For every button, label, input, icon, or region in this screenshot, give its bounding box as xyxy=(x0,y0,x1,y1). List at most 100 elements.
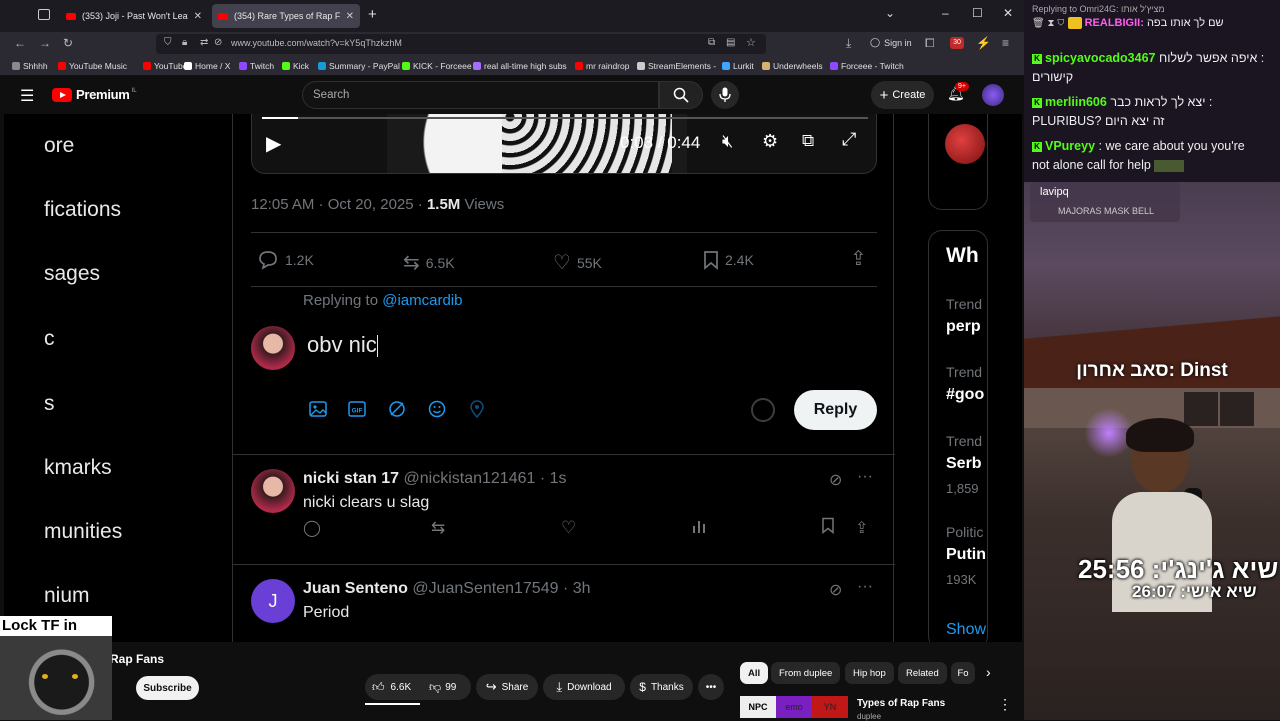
lock-icon[interactable]: 🔒︎ xyxy=(182,37,187,48)
play-icon[interactable]: ▶ xyxy=(266,131,281,156)
reply-count-button[interactable]: 1.2K xyxy=(257,250,314,270)
grok-icon[interactable]: ⊘ xyxy=(829,580,842,600)
app-menu-icon[interactable]: ≡ xyxy=(1002,36,1009,50)
fullscreen-icon[interactable]: ⤢ xyxy=(842,129,856,150)
bookmark-item[interactable]: StreamElements - xyxy=(637,61,716,71)
bookmark-item[interactable]: Twitch xyxy=(239,61,274,71)
picture-in-picture-icon[interactable]: ⧉ xyxy=(802,131,814,151)
voice-search-button[interactable] xyxy=(711,81,739,109)
new-tab-button[interactable]: + xyxy=(368,6,377,23)
settings-gear-icon[interactable]: ⚙ xyxy=(762,131,778,152)
bookmark-item[interactable]: YouTube Music xyxy=(58,61,127,71)
back-icon[interactable]: ← xyxy=(14,36,26,50)
extension-badge[interactable]: 30 xyxy=(950,37,964,49)
chip-hip-hop[interactable]: Hip hop xyxy=(845,662,894,684)
autoplay-blocked-icon[interactable]: ⊘ xyxy=(214,37,222,48)
close-tab-icon[interactable]: ✕ xyxy=(194,11,202,22)
forward-icon[interactable]: → xyxy=(39,36,51,50)
bookmark-item[interactable]: KICK - Forceee xyxy=(402,61,472,71)
thanks-button[interactable]: $ Thanks xyxy=(630,674,693,700)
bookmark-item[interactable]: Home / X xyxy=(184,61,230,71)
search-input[interactable]: Search xyxy=(302,81,659,109)
bookmark-item[interactable]: Underwheels xyxy=(762,61,823,71)
bookmark-item[interactable]: Forceee - Twitch xyxy=(830,61,904,71)
permissions-icon[interactable]: ⇄ xyxy=(200,37,208,48)
downloads-icon[interactable]: ⤓ xyxy=(846,36,851,51)
create-button[interactable]: + Create xyxy=(871,81,934,109)
video-player[interactable]: ore fications sages c s kmarks munities … xyxy=(4,114,1022,642)
display-name[interactable]: nicki stan 17 xyxy=(303,470,399,487)
more-actions-button[interactable]: ••• xyxy=(698,674,724,700)
recommended-title[interactable]: Types of Rap Fans xyxy=(857,698,945,709)
emoji-icon[interactable] xyxy=(428,400,446,423)
search-button[interactable] xyxy=(659,81,703,109)
chevron-right-icon[interactable]: › xyxy=(986,664,991,680)
avatar[interactable] xyxy=(251,469,295,513)
mute-icon[interactable]: 🔇︎ xyxy=(722,131,733,152)
avatar[interactable] xyxy=(982,84,1004,106)
video-progress-bar[interactable] xyxy=(262,117,868,119)
grok-icon[interactable]: ⊘ xyxy=(829,470,842,490)
tab-rap-fans[interactable]: (354) Rare Types of Rap Fans ✕ xyxy=(212,4,360,28)
chip-related[interactable]: Related xyxy=(898,662,947,684)
trend-title[interactable]: Serb xyxy=(946,455,982,473)
bookmark-item[interactable]: real all-time high subs xyxy=(473,61,567,71)
chip-all[interactable]: All xyxy=(740,662,769,684)
bookmark-count-button[interactable]: 2.4K xyxy=(703,250,754,270)
close-tab-icon[interactable]: ✕ xyxy=(346,11,354,22)
reply-button[interactable]: Reply xyxy=(794,390,877,430)
repost-count-button[interactable]: ⇆ 6.5K xyxy=(403,250,455,275)
youtube-premium-logo[interactable]: Premium IL xyxy=(52,87,137,102)
picture-in-picture-icon[interactable]: ⧉ xyxy=(708,37,715,48)
tab-joji[interactable]: (353) Joji - Past Won't Leave My ✕ xyxy=(60,4,208,28)
bookmark-item[interactable]: Summary - PayPal xyxy=(318,61,400,71)
embedded-video[interactable]: ▶ 0:03 / 0:44 🔇︎ ⚙ ⧉ ⤢ xyxy=(251,114,877,174)
like-button[interactable]: 👍︎ 6.6K xyxy=(372,680,411,695)
analytics-icon[interactable] xyxy=(691,518,707,539)
repost-icon[interactable]: ⇆ xyxy=(431,518,445,538)
more-vertical-icon[interactable]: ⋮ xyxy=(998,696,1012,713)
display-name[interactable]: Juan Senteno xyxy=(303,580,408,597)
extension-icon[interactable]: ⚡ xyxy=(976,36,991,50)
reload-icon[interactable]: ↻ xyxy=(63,36,73,50)
chip-partial[interactable]: Fo xyxy=(951,662,975,684)
share-icon[interactable]: ⇪ xyxy=(855,518,868,538)
reply-bubble-icon[interactable]: ◯ xyxy=(303,518,321,538)
trend-title[interactable]: perp xyxy=(946,318,981,336)
extensions-icon[interactable]: ⧠ xyxy=(925,36,935,51)
maximize-button[interactable]: ☐ xyxy=(972,6,983,20)
gif-icon[interactable]: GIF xyxy=(348,400,366,423)
heart-icon[interactable]: ♡ xyxy=(561,518,576,538)
location-icon[interactable] xyxy=(468,400,486,423)
show-more-link[interactable]: Show xyxy=(946,621,986,639)
close-window-button[interactable]: ✕ xyxy=(1003,6,1013,20)
tab-overview-icon[interactable] xyxy=(38,9,50,20)
chip-from-duplee[interactable]: From duplee xyxy=(771,662,841,684)
subscribe-button[interactable]: Subscribe xyxy=(136,676,199,700)
share-button[interactable]: ↪ Share xyxy=(476,674,538,700)
minimize-button[interactable]: – xyxy=(942,6,949,20)
channel-name[interactable]: Rap Fans xyxy=(110,652,164,666)
more-options-icon[interactable]: ··· xyxy=(857,468,873,486)
avatar[interactable] xyxy=(945,124,985,164)
media-icon[interactable] xyxy=(309,400,327,423)
shield-icon[interactable]: ⛉ xyxy=(164,37,172,48)
like-count-button[interactable]: ♡ 55K xyxy=(553,250,602,275)
share-icon[interactable]: ⇪ xyxy=(850,246,867,271)
download-button[interactable]: ⤓ Download xyxy=(543,674,625,700)
bookmark-item[interactable]: Lurkit xyxy=(722,61,754,71)
recommended-thumbnail[interactable]: NPC emo YN xyxy=(740,696,848,718)
address-bar[interactable]: ⛉ 🔒︎ ⇄ ⊘ www.youtube.com/watch?v=kY5qThz… xyxy=(156,34,766,54)
tab-list-chevron-icon[interactable]: ⌄ xyxy=(885,6,895,20)
hamburger-menu-icon[interactable]: ☰ xyxy=(20,86,34,106)
replying-to-handle[interactable]: @iamcardib xyxy=(382,292,462,309)
bookmark-item[interactable]: Shhhh xyxy=(12,61,48,71)
bookmark-item[interactable]: Kick xyxy=(282,61,309,71)
trend-title[interactable]: Putin xyxy=(946,546,986,564)
grok-icon[interactable] xyxy=(388,400,406,423)
more-options-icon[interactable]: ··· xyxy=(857,578,873,596)
reader-view-icon[interactable]: ▤ xyxy=(726,37,735,48)
sign-in-button[interactable]: ◯ Sign in xyxy=(870,37,912,48)
bookmark-item[interactable]: mr raindrop xyxy=(575,61,629,71)
bookmark-item[interactable]: YouTube xyxy=(143,61,187,71)
